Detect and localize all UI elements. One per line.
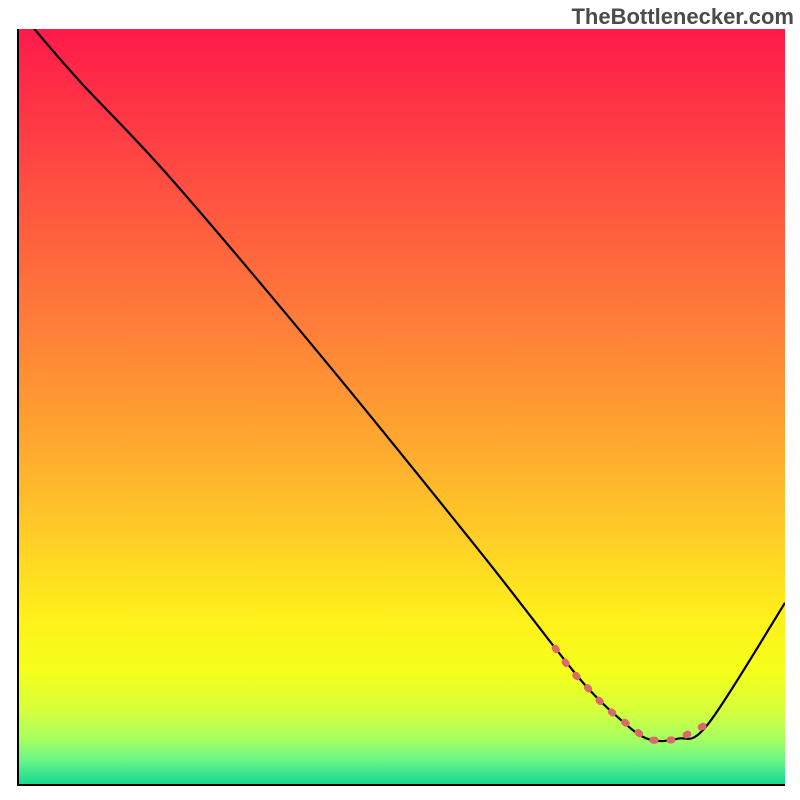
chart-curves xyxy=(19,29,785,784)
watermark-text: TheBottlenecker.com xyxy=(571,4,794,30)
chart-plot-area xyxy=(17,29,785,786)
bottleneck-curve xyxy=(34,29,785,741)
optimal-zone-marker xyxy=(555,648,708,740)
